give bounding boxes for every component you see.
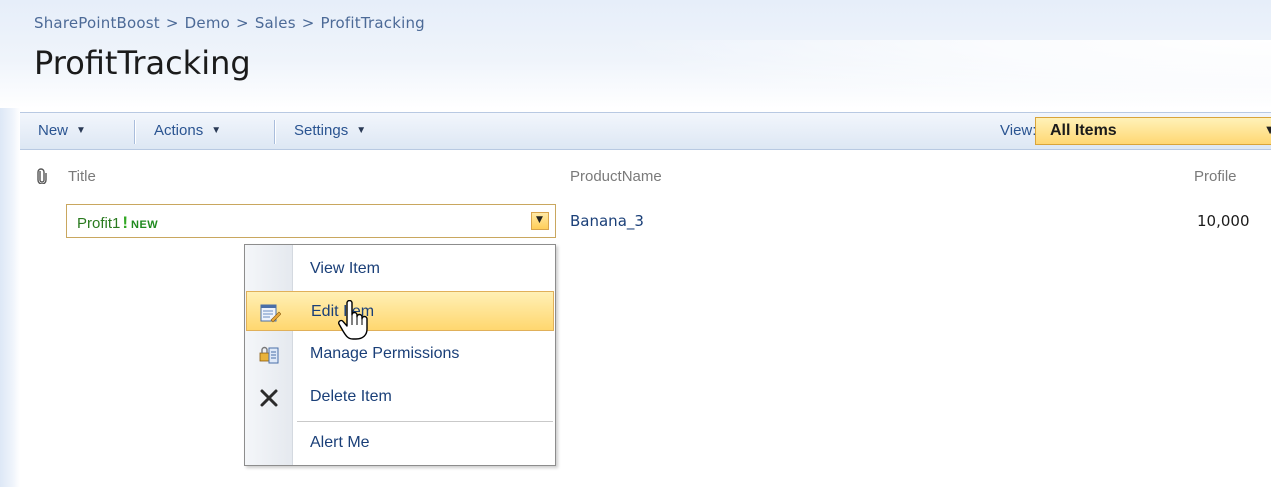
menu-item-label: Manage Permissions (310, 345, 460, 362)
profit-cell: 10,000 (1197, 212, 1250, 230)
new-item-tag: NEW (131, 219, 159, 231)
menu-item-label: View Item (310, 260, 380, 277)
menu-item-manage-permissions[interactable]: Manage Permissions (246, 334, 554, 374)
breadcrumb-separator: > (165, 14, 179, 32)
list-toolbar: New ▼ Actions ▼ Settings ▼ View: All Items … (20, 112, 1271, 150)
breadcrumb-item-current: ProfitTracking (320, 14, 425, 32)
settings-dropdown-arrow-icon: ▼ (356, 125, 367, 136)
new-menu-label: New (38, 122, 69, 139)
header-swoosh (560, 40, 1271, 120)
item-title-cell[interactable]: Profit1! NEW ▼ (66, 204, 556, 238)
item-dropdown-button[interactable]: ▼ (531, 212, 549, 230)
item-title-link[interactable]: Profit1! NEW (77, 213, 158, 233)
column-header-productname[interactable]: ProductName (570, 168, 662, 185)
breadcrumb: SharePointBoost > Demo > Sales > ProfitTrackin… (34, 14, 425, 32)
item-context-menu: View Item Edit Item Manage Permissions D… (244, 244, 556, 466)
view-selected-value: All Items (1050, 122, 1117, 139)
page-title: ProfitTracking (34, 44, 251, 82)
new-menu-button[interactable]: New ▼ (38, 122, 86, 140)
new-dropdown-arrow-icon[interactable]: ▼ (76, 122, 86, 140)
breadcrumb-separator: > (236, 14, 249, 32)
column-header-profile[interactable]: Profile (1194, 168, 1237, 185)
product-name-cell: Banana_3 (570, 212, 644, 230)
menu-item-view-item[interactable]: View Item (246, 249, 554, 289)
chevron-down-icon: ▼ (536, 215, 543, 225)
view-dropdown-arrow-icon[interactable]: ▼ (1266, 125, 1271, 136)
page-header: SharePointBoost > Demo > Sales > ProfitTrackin… (0, 0, 1271, 120)
edit-form-icon (260, 304, 281, 323)
view-selector[interactable]: All Items ▼ (1035, 117, 1271, 145)
menu-item-label: Delete Item (310, 388, 392, 405)
menu-item-delete-item[interactable]: Delete Item (246, 377, 554, 417)
permissions-icon (259, 346, 279, 364)
breadcrumb-item-sales[interactable]: Sales (255, 14, 296, 32)
menu-item-edit-item[interactable]: Edit Item (246, 291, 554, 331)
breadcrumb-separator: > (301, 14, 315, 32)
toolbar-divider (274, 120, 275, 144)
delete-x-icon (260, 389, 278, 407)
menu-item-alert-me[interactable]: Alert Me (246, 423, 554, 463)
column-header-title[interactable]: Title (68, 168, 96, 185)
attachment-icon (37, 168, 47, 184)
settings-menu-button[interactable]: Settings ▼ (294, 122, 366, 140)
view-label: View: (1000, 122, 1037, 139)
breadcrumb-item-site[interactable]: SharePointBoost (34, 14, 160, 32)
actions-menu-label: Actions (154, 122, 204, 139)
new-exclamation-icon: ! (122, 213, 129, 232)
settings-menu-label: Settings (294, 122, 349, 139)
menu-separator (297, 421, 553, 422)
toolbar-divider (134, 120, 135, 144)
actions-dropdown-arrow-icon: ▼ (211, 125, 222, 136)
hand-pointer-cursor-icon (338, 300, 368, 340)
menu-item-label: Alert Me (310, 434, 370, 451)
breadcrumb-item-demo[interactable]: Demo (185, 14, 230, 32)
item-title-text: Profit1 (77, 215, 121, 232)
actions-menu-button[interactable]: Actions ▼ (154, 122, 221, 140)
